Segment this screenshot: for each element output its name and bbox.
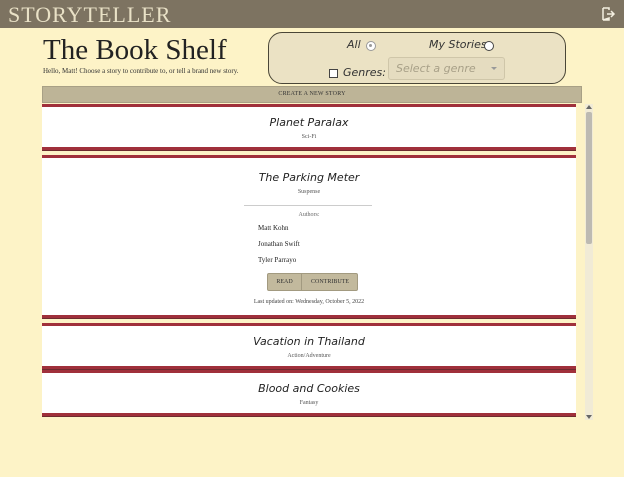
last-updated: Last updated on: Wednesday, October 5, 2… <box>253 299 365 305</box>
filter-my-stories-radio[interactable] <box>484 41 494 51</box>
story-title: The Parking Meter <box>258 171 360 184</box>
create-story-label: CREATE A NEW STORY <box>278 91 346 97</box>
genres-checkbox[interactable] <box>329 69 338 78</box>
story-card[interactable]: The Parking Meter Suspense Authors: Matt… <box>42 155 576 318</box>
divider <box>244 205 372 206</box>
create-story-button[interactable]: CREATE A NEW STORY <box>42 86 582 103</box>
scrollbar-thumb[interactable] <box>586 112 592 244</box>
chevron-down-icon <box>491 67 497 70</box>
story-card[interactable]: Blood and Cookies Fantasy <box>42 370 576 416</box>
filter-panel: All My Stories Genres: Select a genre <box>268 32 566 84</box>
genre-select-value: Select a genre <box>396 62 476 75</box>
scroll-down-icon[interactable] <box>586 415 592 419</box>
author-name: Jonathan Swift <box>258 240 300 248</box>
story-card[interactable]: Vacation in Thailand Action/Adventure <box>42 323 576 369</box>
filter-all-radio[interactable] <box>366 41 376 51</box>
genre-select[interactable]: Select a genre <box>388 57 505 80</box>
scrollbar[interactable] <box>585 104 593 420</box>
contribute-button[interactable]: CONTRIBUTE <box>302 274 358 290</box>
story-list: Planet Paralax Sci-Fi The Parking Meter … <box>42 104 576 420</box>
read-button[interactable]: READ <box>268 274 302 290</box>
filter-my-stories-label: My Stories <box>429 38 487 51</box>
page-subtitle: Hello, Matt! Choose a story to contribut… <box>43 67 239 75</box>
story-genre: Sci-Fi <box>301 134 317 140</box>
author-name: Matt Kohn <box>258 224 289 232</box>
brand-logo[interactable]: STORYTELLER <box>8 2 171 28</box>
story-title: Planet Paralax <box>269 116 349 129</box>
story-title: Vacation in Thailand <box>253 335 365 348</box>
top-navbar: STORYTELLER <box>0 0 624 28</box>
logout-icon[interactable] <box>600 6 616 22</box>
scroll-up-icon[interactable] <box>586 105 592 109</box>
story-title: Blood and Cookies <box>258 382 360 395</box>
story-actions: READ CONTRIBUTE <box>267 273 358 291</box>
story-card[interactable]: Planet Paralax Sci-Fi <box>42 104 576 150</box>
story-genre: Fantasy <box>299 400 319 406</box>
page-title: The Book Shelf <box>43 34 227 66</box>
author-name: Tyler Parrayo <box>258 256 297 264</box>
authors-heading: Authors: <box>298 212 320 218</box>
filter-all-label: All <box>347 38 361 51</box>
story-genre: Suspense <box>297 189 321 195</box>
story-genre: Action/Adventure <box>287 353 331 359</box>
genres-label: Genres: <box>343 66 386 79</box>
